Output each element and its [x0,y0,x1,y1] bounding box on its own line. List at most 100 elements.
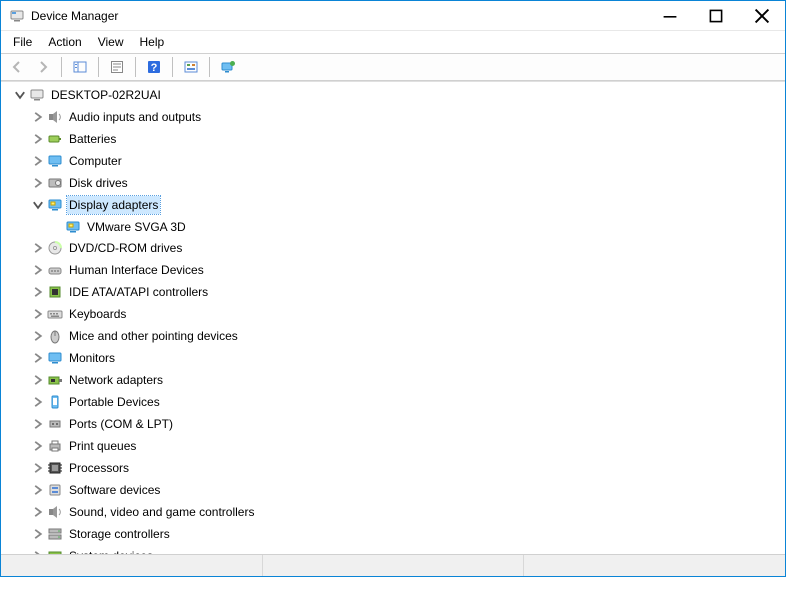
tree-category-hid[interactable]: Human Interface Devices [31,261,206,279]
properties-button[interactable] [105,56,129,78]
scan-hardware-button[interactable] [179,56,203,78]
statusbar [1,554,785,576]
tree-category-label: Display adapters [67,196,160,214]
expander-collapsed[interactable] [31,439,45,453]
expander-collapsed[interactable] [31,505,45,519]
tree-category-label: Portable Devices [67,393,162,411]
expander-collapsed[interactable] [31,132,45,146]
expander-collapsed[interactable] [31,417,45,431]
tree-category-monitors[interactable]: Monitors [31,349,117,367]
tree-category-cpu[interactable]: Processors [31,459,131,477]
expander-collapsed[interactable] [31,154,45,168]
storage-icon [47,526,63,542]
expander-collapsed[interactable] [31,373,45,387]
expander-collapsed[interactable] [31,110,45,124]
forward-button[interactable] [31,56,55,78]
client-area: DESKTOP-02R2UAI Audio inputs and outputs… [1,81,785,576]
tree-category-ports[interactable]: Ports (COM & LPT) [31,415,175,433]
back-button[interactable] [5,56,29,78]
expander-collapsed[interactable] [31,285,45,299]
expander-collapsed[interactable] [31,241,45,255]
help-button[interactable]: ? [142,56,166,78]
tree-category-label: Computer [67,152,124,170]
titlebar: Device Manager [1,1,785,31]
tree-device-label: VMware SVGA 3D [85,218,188,236]
menu-view[interactable]: View [90,33,132,51]
svg-text:?: ? [151,62,158,74]
hid-icon [47,262,63,278]
tree-category-display[interactable]: Display adapters [31,196,160,214]
cpu-icon [47,460,63,476]
tree-category-label: Software devices [67,481,162,499]
expander-collapsed[interactable] [31,329,45,343]
tree-device-vmsvga[interactable]: VMware SVGA 3D [49,218,188,236]
tree-category-network[interactable]: Network adapters [31,371,165,389]
battery-icon [47,131,63,147]
expander-collapsed[interactable] [31,483,45,497]
show-hide-console-tree-button[interactable] [68,56,92,78]
tree-category-portable[interactable]: Portable Devices [31,393,162,411]
disk-icon [47,175,63,191]
expander-collapsed[interactable] [31,461,45,475]
tree-category-label: Network adapters [67,371,165,389]
computer-icon [29,87,45,103]
tree-category-system[interactable]: System devices [31,547,155,554]
tree-category-ide[interactable]: IDE ATA/ATAPI controllers [31,283,210,301]
tree-category-storage[interactable]: Storage controllers [31,525,172,543]
tree-category-label: Audio inputs and outputs [67,108,203,126]
tree-category-label: Human Interface Devices [67,261,206,279]
tree-category-keyboards[interactable]: Keyboards [31,305,128,323]
minimize-button[interactable] [647,1,693,30]
tree-root[interactable]: DESKTOP-02R2UAI [13,86,163,104]
monitor-gpu-icon [47,197,63,213]
expander-collapsed[interactable] [31,395,45,409]
tree-category-printq[interactable]: Print queues [31,437,138,455]
close-button[interactable] [739,1,785,30]
toolbar-separator [209,57,210,77]
expander-collapsed[interactable] [31,263,45,277]
tree-category-computer[interactable]: Computer [31,152,124,170]
app-icon [9,8,25,24]
monitor-icon [47,153,63,169]
tree-category-label: Keyboards [67,305,128,323]
expander-expanded[interactable] [31,198,45,212]
tree-category-dvd[interactable]: DVD/CD-ROM drives [31,239,184,257]
monitor-icon [47,350,63,366]
tree-category-label: Monitors [67,349,117,367]
device-manager-window: Device Manager File Action View Help [0,0,786,577]
tree-category-mice[interactable]: Mice and other pointing devices [31,327,240,345]
tree-category-label: Ports (COM & LPT) [67,415,175,433]
device-tree[interactable]: DESKTOP-02R2UAI Audio inputs and outputs… [1,82,785,554]
port-icon [47,416,63,432]
expander-collapsed[interactable] [31,176,45,190]
maximize-button[interactable] [693,1,739,30]
tree-category-software[interactable]: Software devices [31,481,162,499]
expander-collapsed[interactable] [31,351,45,365]
tree-category-label: System devices [67,547,155,554]
printer-icon [47,438,63,454]
tree-category-label: Processors [67,459,131,477]
toolbar-separator [135,57,136,77]
menu-action[interactable]: Action [40,33,89,51]
tree-category-sound[interactable]: Sound, video and game controllers [31,503,256,521]
speaker-icon [47,109,63,125]
tree-category-label: Batteries [67,130,118,148]
tree-root-label: DESKTOP-02R2UAI [49,86,163,104]
software-icon [47,482,63,498]
tree-category-audio[interactable]: Audio inputs and outputs [31,108,203,126]
tree-category-batteries[interactable]: Batteries [31,130,118,148]
monitor-gpu-icon [65,219,81,235]
tree-category-label: Disk drives [67,174,130,192]
menu-help[interactable]: Help [132,33,173,51]
menu-file[interactable]: File [5,33,40,51]
expander-collapsed[interactable] [31,527,45,541]
update-driver-button[interactable] [216,56,240,78]
expander-expanded[interactable] [13,88,27,102]
speaker-icon [47,504,63,520]
keyboard-icon [47,306,63,322]
mouse-icon [47,328,63,344]
expander-collapsed[interactable] [31,307,45,321]
tree-category-label: Storage controllers [67,525,172,543]
tree-category-diskdrives[interactable]: Disk drives [31,174,130,192]
toolbar-separator [61,57,62,77]
